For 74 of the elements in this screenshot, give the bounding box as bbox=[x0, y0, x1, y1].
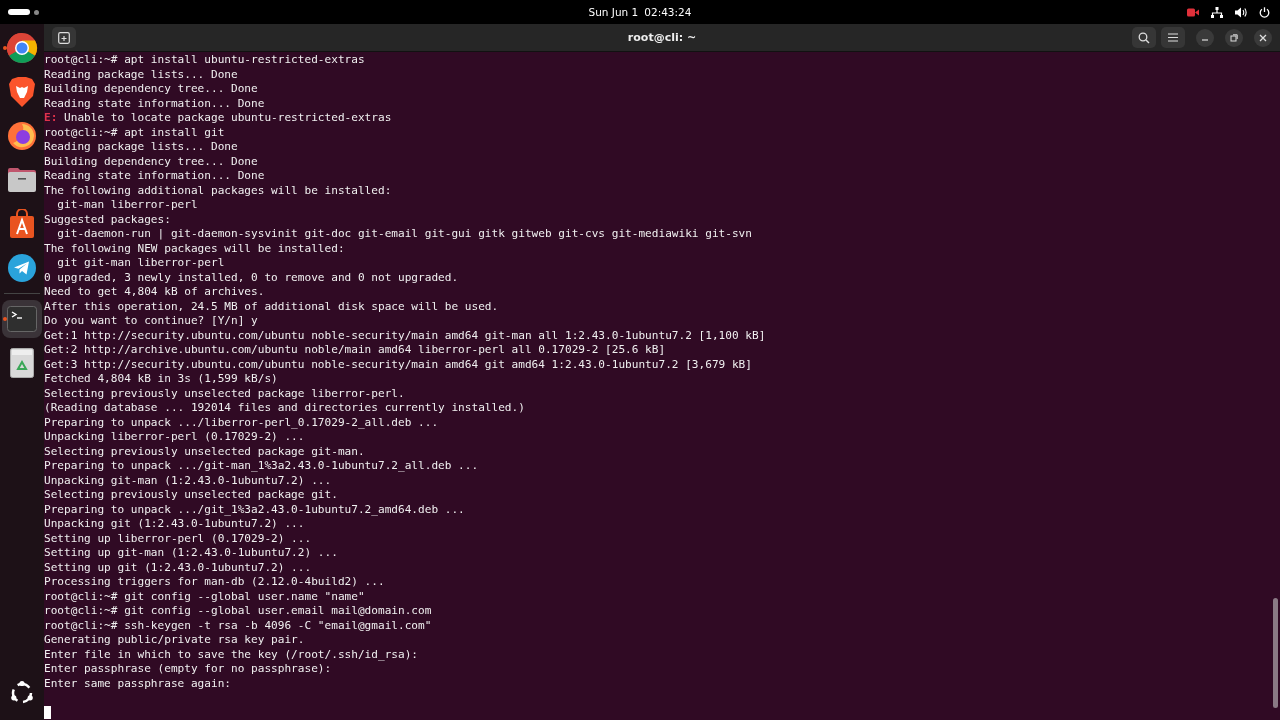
command-line: root@cli:~# git config --global user.name "name" bbox=[44, 589, 365, 604]
time-text: 02:43:24 bbox=[644, 6, 692, 18]
terminal-line: Building dependency tree... Done bbox=[44, 154, 258, 169]
command-line: root@cli:~# apt install ubuntu-restricted-extras bbox=[44, 53, 365, 68]
terminal-line: (Reading database ... 192014 files and directories currently installed.) bbox=[44, 401, 525, 416]
terminal-line: Setting up git-man (1:2.43.0-1ubuntu7.2) ... bbox=[44, 546, 338, 561]
terminal-line: Reading state information... Done bbox=[44, 169, 265, 184]
terminal-line: E: Unable to locate package ubuntu-restricted-extras bbox=[44, 111, 392, 126]
power-icon[interactable] bbox=[1259, 6, 1270, 18]
terminal-line: Preparing to unpack .../git_1%3a2.43.0-1ubuntu7.2_amd64.deb ... bbox=[44, 502, 465, 517]
terminal-line: The following NEW packages will be installed: bbox=[44, 241, 345, 256]
terminal-line: Setting up liberror-perl (0.17029-2) ... bbox=[44, 531, 312, 546]
terminal-line: Unpacking liberror-perl (0.17029-2) ... bbox=[44, 430, 305, 445]
show-apps-icon[interactable] bbox=[9, 680, 35, 706]
terminal-line: Unpacking git-man (1:2.43.0-1ubuntu7.2) ... bbox=[44, 473, 332, 488]
minimize-button[interactable] bbox=[1196, 28, 1214, 47]
terminal-line: Enter file in which to save the key (/root/.ssh/id_rsa): bbox=[44, 647, 419, 662]
terminal-line: Get:3 http://security.ubuntu.com/ubuntu noble-security/main amd64 git amd64 1:2.43.0-1ubuntu7.2 [3,679 kB] bbox=[44, 357, 752, 372]
terminal-line: Do you want to continue? [Y/n] y bbox=[44, 314, 258, 329]
terminal-line: Preparing to unpack .../liberror-perl_0.17029-2_all.deb ... bbox=[44, 415, 439, 430]
command-line: root@cli:~# ssh-keygen -t rsa -b 4096 -C "email@gmail.com" bbox=[44, 618, 432, 633]
terminal-line: Need to get 4,804 kB of archives. bbox=[44, 285, 265, 300]
terminal-line: Get:2 http://archive.ubuntu.com/ubuntu noble/main amd64 liberror-perl all 0.17029-2 [25.6 kB] bbox=[44, 343, 666, 358]
command-line: root@cli:~# apt install git bbox=[44, 125, 225, 140]
folder-icon bbox=[7, 167, 37, 193]
terminal-icon bbox=[7, 306, 37, 332]
terminal-line: After this operation, 24.5 MB of additional disk space will be used. bbox=[44, 299, 499, 314]
recycle-bin-icon bbox=[10, 348, 34, 378]
terminal-line: The following additional packages will be installed: bbox=[44, 183, 392, 198]
new-tab-button[interactable] bbox=[52, 27, 76, 48]
terminal-line: Processing triggers for man-db (2.12.0-4build2) ... bbox=[44, 575, 385, 590]
terminal-line: Fetched 4,804 kB in 3s (1,599 kB/s) bbox=[44, 372, 278, 387]
terminal-line: git-daemon-run | git-daemon-sysvinit git-doc git-email git-gui gitk gitweb git-cvs git-mediawiki git-svn bbox=[56, 227, 752, 242]
terminal-line: Enter same passphrase again: bbox=[44, 676, 231, 691]
workspace-indicator[interactable] bbox=[8, 9, 39, 15]
date-text: Sun Jun 1 bbox=[588, 6, 639, 18]
screen-recording-icon[interactable] bbox=[1187, 7, 1199, 17]
restore-button[interactable] bbox=[1225, 28, 1243, 47]
terminal-line: Reading package lists... Done bbox=[44, 140, 238, 155]
volume-icon[interactable] bbox=[1235, 6, 1247, 18]
terminal-line: Reading package lists... Done bbox=[44, 67, 238, 82]
close-button[interactable] bbox=[1254, 28, 1272, 47]
terminal-line: git-man liberror-perl bbox=[56, 198, 198, 213]
terminal-line: Building dependency tree... Done bbox=[44, 82, 258, 97]
terminal-line: Enter passphrase (empty for no passphrase): bbox=[44, 662, 332, 677]
window-title: root@cli: ~ bbox=[627, 31, 697, 44]
terminal-line: Unpacking git (1:2.43.0-1ubuntu7.2) ... bbox=[44, 517, 305, 532]
network-icon[interactable] bbox=[1211, 6, 1223, 18]
browser-icon bbox=[6, 32, 38, 64]
menu-button[interactable] bbox=[1161, 27, 1185, 48]
terminal-line: Get:1 http://security.ubuntu.com/ubuntu noble-security/main amd64 git-man all 1:2.43.0-1ubuntu7.2 [1,100 kB] bbox=[44, 328, 766, 343]
terminal-line: Selecting previously unselected package git. bbox=[44, 488, 338, 503]
terminal-line: Setting up git (1:2.43.0-1ubuntu7.2) ... bbox=[44, 560, 312, 575]
scrollbar-thumb[interactable] bbox=[1273, 598, 1278, 708]
clock[interactable]: Sun Jun 1 02:43:24 bbox=[588, 6, 692, 18]
terminal-line: Reading state information... Done bbox=[44, 96, 265, 111]
search-icon bbox=[1138, 31, 1150, 44]
menu-icon bbox=[1168, 33, 1178, 42]
terminal-line: Suggested packages: bbox=[44, 212, 171, 227]
terminal-line: 0 upgraded, 3 newly installed, 0 to remove and 0 not upgraded. bbox=[44, 270, 459, 285]
terminal-line: git git-man liberror-perl bbox=[56, 256, 225, 271]
search-button[interactable] bbox=[1132, 27, 1156, 48]
terminal-line: Selecting previously unselected package git-man. bbox=[44, 444, 365, 459]
new-tab-icon bbox=[58, 31, 70, 44]
shopping-bag-icon bbox=[9, 209, 35, 239]
fox-globe-icon bbox=[7, 121, 37, 151]
terminal-line: Selecting previously unselected package liberror-perl. bbox=[44, 386, 405, 401]
lion-head-icon bbox=[8, 76, 36, 108]
terminal-line: Preparing to unpack .../git-man_1%3a2.43.0-1ubuntu7.2_all.deb ... bbox=[44, 459, 479, 474]
paper-plane-icon bbox=[7, 253, 37, 283]
command-line: root@cli:~# git config --global user.email mail@domain.com bbox=[44, 604, 432, 619]
restore-icon bbox=[1230, 33, 1238, 42]
terminal-line: Generating public/private rsa key pair. bbox=[44, 633, 305, 648]
close-icon bbox=[1259, 33, 1267, 42]
